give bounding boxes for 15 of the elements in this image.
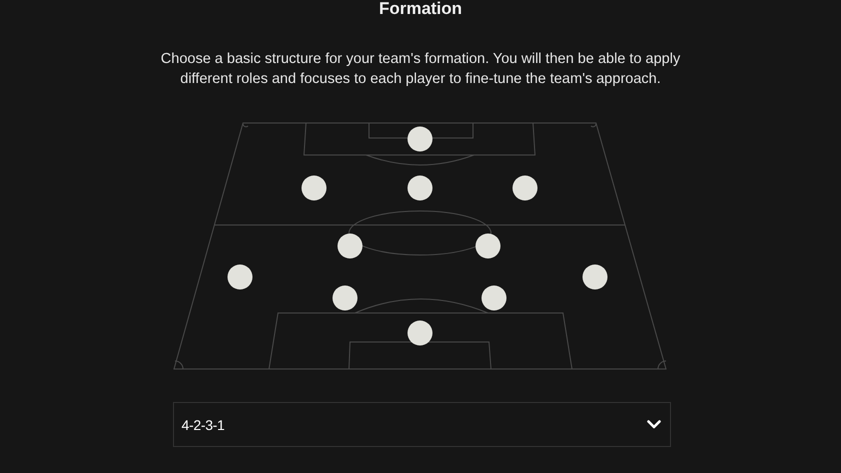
- player-marker[interactable]: [338, 234, 362, 258]
- player-marker[interactable]: [408, 126, 432, 152]
- player-marker[interactable]: [582, 264, 608, 290]
- formation-dropdown[interactable]: 4-2-3-1: [172, 402, 670, 447]
- player-marker[interactable]: [476, 234, 500, 258]
- player-marker[interactable]: [408, 320, 432, 346]
- page-title: Formation: [378, 0, 462, 18]
- player-marker[interactable]: [512, 176, 538, 200]
- player-marker[interactable]: [408, 176, 432, 200]
- chevron-down-icon: [646, 420, 660, 429]
- player-marker[interactable]: [228, 264, 252, 290]
- description-text: Choose a basic structure for your team's formation. You will then be able to apply different roles and focuses to each player to fine-tune the team's approach.: [160, 50, 682, 89]
- player-marker[interactable]: [332, 286, 358, 310]
- player-marker[interactable]: [482, 286, 506, 310]
- player-marker[interactable]: [302, 176, 326, 200]
